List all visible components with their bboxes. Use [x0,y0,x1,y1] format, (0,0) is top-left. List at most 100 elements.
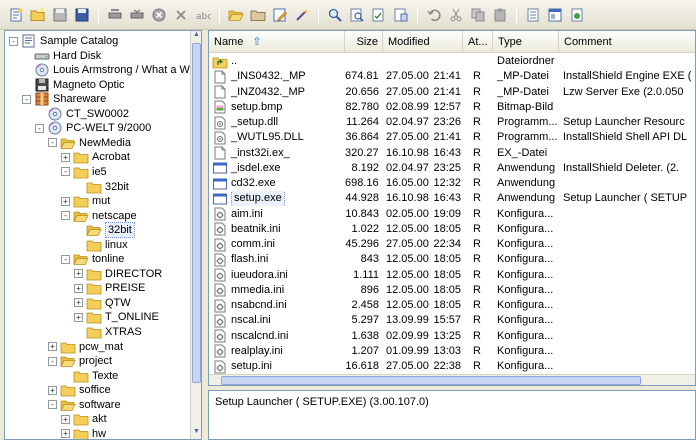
tree-scroll-thumb[interactable] [192,43,201,383]
expand-icon[interactable]: + [74,312,83,322]
report-icon[interactable] [369,5,389,25]
collapse-icon[interactable]: - [48,400,57,410]
tree-node[interactable]: + Acrobat [61,150,130,164]
collapse-icon[interactable]: - [22,94,31,104]
scroll-down-arrow-icon[interactable]: ▼ [191,428,201,439]
scan-disk-icon[interactable] [105,5,125,25]
file-row[interactable]: nscalcnd.ini 1.638 02.09.99 13:25 R Konfigura… [209,329,695,344]
file-row[interactable]: _inst32i.ex_ 320.276 16.10.98 16:43 R EX_-Dat… [209,146,695,161]
scroll-up-arrow-icon[interactable]: ▲ [191,31,201,42]
tree-node[interactable]: Louis Armstrong / What a Wonde [22,63,191,77]
tree-node[interactable]: XTRAS [74,325,142,339]
stop-icon[interactable] [149,5,169,25]
file-row[interactable]: flash.ini 843 12.05.00 18:05 R Konfigura... [209,252,695,267]
find-next-icon[interactable] [347,5,367,25]
update-icon[interactable] [127,5,147,25]
column-header-comment[interactable]: Comment [559,31,695,53]
edit-icon[interactable] [270,5,290,25]
tree-node[interactable]: + mut [61,194,110,208]
file-row[interactable]: _WUTL95.DLL 36.864 27.05.00 21:41 R Programm.… [209,130,695,145]
folder-tree[interactable]: - Sample Catalog Hard Disk Louis Armstrong … [4,30,202,440]
folder-up-icon[interactable] [248,5,268,25]
file-row[interactable]: realplay.ini 1.207 01.09.99 13:03 R Konfigura… [209,344,695,359]
file-row[interactable]: comm.ini 45.296 27.05.00 22:34 R Konfigura... [209,237,695,252]
file-row[interactable]: nsabcnd.ini 2.458 12.05.00 18:05 R Konfigura.… [209,298,695,313]
list-horizontal-scrollbar[interactable] [209,374,695,385]
collapse-icon[interactable]: - [9,36,18,46]
settings-icon[interactable] [567,5,587,25]
file-row[interactable]: setup.exe 44.928 16.10.98 16:43 R Anwendung Se… [209,191,695,207]
tree-node[interactable]: - NewMedia [48,136,131,150]
folder-open-icon[interactable] [226,5,246,25]
expand-icon[interactable]: + [61,414,70,424]
column-header-size[interactable]: Size [345,31,383,53]
file-row[interactable]: iueudora.ini 1.111 12.05.00 18:05 R Konfigura… [209,268,695,283]
expand-icon[interactable]: + [74,269,83,279]
tree-node[interactable]: + DIRECTOR [74,267,162,281]
tree-node[interactable]: - ie5 [61,165,107,179]
file-row[interactable]: setup.ini 16.618 27.05.00 22:38 R Konfigura..… [209,359,695,374]
column-header-attributes[interactable]: At... [463,31,493,53]
delete-icon[interactable] [171,5,191,25]
collapse-icon[interactable]: - [48,138,57,148]
wand-icon[interactable] [292,5,312,25]
tree-node[interactable]: - tonline [61,252,124,266]
expand-icon[interactable]: + [74,298,83,308]
tree-node[interactable]: Magneto Optic [22,78,125,92]
column-header-modified[interactable]: Modified [383,31,463,53]
file-row[interactable]: beatnik.ini 1.022 12.05.00 18:05 R Konfigura.… [209,222,695,237]
tree-node[interactable]: + hw [61,427,106,439]
file-row[interactable]: .. Dateiordner [209,54,695,69]
collapse-icon[interactable]: - [48,356,57,366]
tree-node[interactable]: - PC-WELT 9/2000 [35,121,151,135]
tree-node[interactable]: + PREISE [74,281,145,295]
new-catalog-icon[interactable] [6,5,26,25]
tree-vertical-scrollbar[interactable]: ▲ ▼ [190,31,201,439]
collapse-icon[interactable]: - [61,167,70,177]
file-row[interactable]: _INZ0432._MP 20.656 27.05.00 21:41 R _MP-Date… [209,85,695,100]
find-icon[interactable] [325,5,345,25]
tree-node[interactable]: + QTW [74,296,131,310]
column-header-name[interactable]: Name ⇧ [209,31,345,53]
tree-node[interactable]: + akt [61,412,107,426]
export-icon[interactable] [391,5,411,25]
open-icon[interactable] [28,5,48,25]
tree-node[interactable]: 32bit [74,180,129,194]
collapse-icon[interactable]: - [61,254,70,264]
list-scroll-thumb[interactable] [221,376,641,385]
expand-icon[interactable]: + [61,196,70,206]
file-row[interactable]: nscal.ini 5.297 13.09.99 15:57 R Konfigura... [209,313,695,328]
file-row[interactable]: mmedia.ini 896 12.05.00 18:05 R Konfigura... [209,283,695,298]
tree-node[interactable]: + pcw_mat [48,340,123,354]
tree-node[interactable]: - Shareware [22,92,106,106]
expand-icon[interactable]: + [74,283,83,293]
tree-node[interactable]: - Sample Catalog [9,34,118,48]
copy-icon[interactable] [468,5,488,25]
undo-icon[interactable] [424,5,444,25]
file-row[interactable]: cd32.exe 698.168 16.05.00 12:32 R Anwendung [209,176,695,191]
tree-node[interactable]: Texte [61,369,118,383]
file-row[interactable]: aim.ini 10.843 02.05.00 19:09 R Konfigura... [209,207,695,222]
tree-node[interactable]: Hard Disk [22,49,101,63]
tree-node[interactable]: CT_SW0002 [35,107,129,121]
cut-icon[interactable] [446,5,466,25]
tree-node[interactable]: + T_ONLINE [74,310,159,324]
tree-node[interactable]: + soffice [48,383,111,397]
expand-icon[interactable]: + [48,342,57,352]
view-icon[interactable] [545,5,565,25]
tree-node[interactable]: 32bit [74,222,135,239]
column-header-type[interactable]: Type [493,31,559,53]
file-row[interactable]: _INS0432._MP 674.816 27.05.00 21:41 R _MP-Dat… [209,69,695,84]
file-list[interactable]: Name ⇧ Size Modified At... Type Comment … [208,30,696,386]
tree-node[interactable]: linux [74,238,128,252]
expand-icon[interactable]: + [61,152,70,162]
paste-icon[interactable] [490,5,510,25]
expand-icon[interactable]: + [61,429,70,439]
collapse-icon[interactable]: - [61,211,70,221]
expand-icon[interactable]: + [48,385,57,395]
tree-node[interactable]: - netscape [61,209,137,223]
collapse-icon[interactable]: - [35,123,44,133]
properties-icon[interactable] [523,5,543,25]
save-as-icon[interactable] [72,5,92,25]
rename-icon[interactable]: abc [193,5,213,25]
